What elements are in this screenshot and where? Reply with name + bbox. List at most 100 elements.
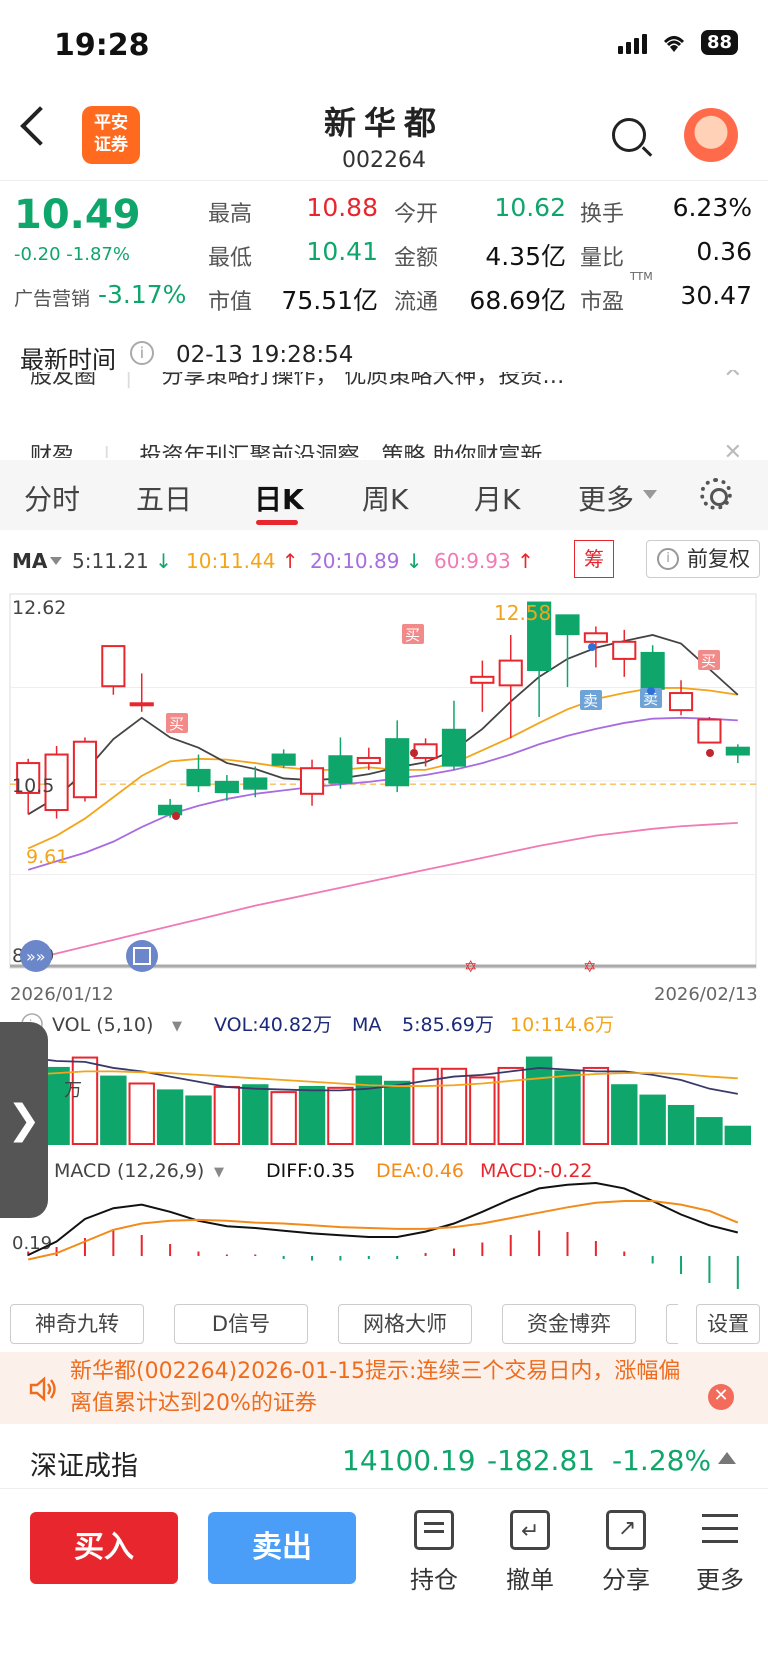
tab-monthly-k[interactable]: 月K	[474, 478, 520, 518]
volume-bar	[156, 1089, 184, 1145]
share-button[interactable]: ↗ 分享	[586, 1510, 666, 1595]
tab-indicator	[256, 520, 298, 525]
volume-bar	[639, 1094, 666, 1146]
tool-grid-master[interactable]: 网格大师	[338, 1304, 472, 1344]
index-name[interactable]: 深证成指	[30, 1444, 138, 1483]
macd-dea: DEA:0.46	[376, 1160, 464, 1182]
search-icon[interactable]	[612, 118, 646, 152]
candle	[612, 640, 637, 660]
star-icon: ✡	[464, 957, 477, 976]
tab-daily-k[interactable]: 日K	[254, 478, 304, 518]
ma10-line	[27, 687, 738, 850]
update-label: 最新时间	[20, 346, 116, 374]
sell-marker: 卖	[583, 692, 598, 710]
chip-distribution-button[interactable]: 筹	[574, 540, 614, 578]
speaker-icon	[29, 1376, 56, 1402]
candle	[243, 777, 268, 790]
buy-button[interactable]: 买入	[30, 1512, 178, 1584]
close-icon[interactable]: ✕	[724, 436, 742, 458]
wifi-icon	[663, 35, 684, 52]
tab-five-day[interactable]: 五日	[136, 478, 192, 518]
holdings-button[interactable]: 持仓	[394, 1510, 474, 1595]
signal-dot	[172, 812, 180, 820]
candle	[129, 702, 154, 707]
cancel-order-button[interactable]: ↵ 撤单	[490, 1510, 570, 1595]
buy-marker: 买	[169, 715, 184, 733]
chevron-up-icon[interactable]	[718, 1452, 736, 1464]
ma10-value: 10:11.44 ↑	[186, 549, 299, 573]
info-icon: i	[657, 548, 679, 570]
tool-settings[interactable]: 设置	[696, 1304, 760, 1344]
high-price-label: 12.58	[494, 601, 551, 625]
macd-chart[interactable]: MACD (12,26,9) ▼ DIFF:0.35 DEA:0.46 MACD:-0.…	[0, 1156, 768, 1298]
kline-chart[interactable]: 12.6210.58.399.6112.58买买买卖卖✡✡»»2026/01/1…	[0, 588, 768, 1028]
close-icon[interactable]: ✕	[708, 1384, 734, 1410]
volume-bar	[611, 1084, 638, 1145]
candle	[271, 753, 296, 766]
volume-bar	[554, 1070, 581, 1145]
tab-intraday[interactable]: 分时	[24, 478, 80, 518]
stock-name: 新华都	[323, 104, 444, 142]
tool-more[interactable]	[666, 1304, 678, 1344]
vol-unit-label: 万	[64, 1080, 82, 1101]
tool-d-signal[interactable]: D信号	[174, 1304, 308, 1344]
share-icon: ↗	[606, 1510, 646, 1550]
price-change: -0.20 -1.87%	[14, 244, 130, 265]
gear-icon[interactable]	[700, 478, 732, 510]
quote-value: 10.41	[306, 237, 378, 266]
chevron-down-icon[interactable]	[50, 557, 62, 565]
tab-weekly-k[interactable]: 周K	[362, 478, 408, 518]
index-value: 14100.19	[342, 1444, 476, 1477]
tool-nine-turn[interactable]: 神奇九转	[10, 1304, 144, 1344]
volume-chart[interactable]: iVOL (5,10)▼VOL:40.82万MA5:85.69万10:114.6…	[0, 1010, 768, 1158]
expand-icon	[126, 940, 158, 972]
sector-label[interactable]: 广告营销	[14, 284, 90, 311]
quote-label: 市值	[208, 290, 253, 315]
candle	[356, 756, 381, 765]
ma60-line	[27, 821, 738, 962]
candle	[555, 614, 580, 636]
candle	[214, 780, 239, 794]
info-icon[interactable]: i	[130, 341, 154, 365]
candle	[470, 675, 495, 684]
tool-fund-game[interactable]: 资金博弈	[502, 1304, 636, 1344]
macd-value: MACD:-0.22	[480, 1160, 593, 1182]
y-axis-label: 10.5	[12, 775, 54, 797]
candle	[441, 728, 467, 767]
signal-dot	[706, 749, 714, 757]
ticker-text: 投资年刊汇聚前沿洞察，策略 助你财富新	[139, 444, 543, 458]
ticker-tag: 财盈	[30, 444, 75, 458]
more-button[interactable]: 更多	[680, 1510, 760, 1595]
update-time: 02-13 19:28:54	[176, 342, 354, 368]
quote-value: 10.88	[306, 193, 378, 222]
signal-icon	[617, 32, 647, 54]
volume-bar	[270, 1091, 297, 1145]
volume-bar	[327, 1086, 354, 1145]
quote-label: 换手	[580, 202, 625, 227]
news-ticker[interactable]: 财盈 | 投资年刊汇聚前沿洞察，策略 助你财富新	[0, 434, 768, 458]
close-icon[interactable]: ✕	[724, 370, 742, 392]
ma-legend-label[interactable]: MA	[12, 549, 47, 573]
ma20-value: 20:10.89 ↓	[310, 549, 423, 573]
battery-indicator: 88	[700, 30, 738, 55]
chevron-down-icon	[643, 490, 657, 499]
buy-marker: 买	[405, 626, 420, 644]
volume-bar	[383, 1080, 411, 1145]
tab-more[interactable]: 更多	[578, 478, 634, 518]
quote-label: 今开	[394, 202, 439, 227]
sector-change[interactable]: -3.17%	[98, 280, 186, 309]
macd-axis-label: 0.19	[12, 1233, 52, 1254]
volume-bar	[242, 1084, 269, 1145]
ma60-value: 60:9.93 ↑	[434, 549, 534, 573]
adjust-button[interactable]: i 前复权	[646, 540, 760, 578]
notice-text[interactable]: 新华都(002264)2026-01-15提示:连续三个交易日内，涨幅偏离值累计…	[70, 1356, 690, 1420]
sell-button[interactable]: 卖出	[208, 1512, 356, 1584]
quote-label: 流通	[394, 290, 439, 315]
side-drawer-handle[interactable]: ❯	[0, 1022, 48, 1218]
last-price: 10.49	[14, 192, 141, 238]
macd-legend-label: MACD (12,26,9)	[54, 1160, 204, 1182]
quote-label: 市盈	[580, 290, 625, 315]
x-axis-label: 2026/01/12	[10, 984, 114, 1005]
avatar[interactable]	[684, 108, 738, 162]
news-ticker[interactable]: 股友圈 | 分享策略打操作， 优质策略大神，投资…	[0, 372, 768, 394]
